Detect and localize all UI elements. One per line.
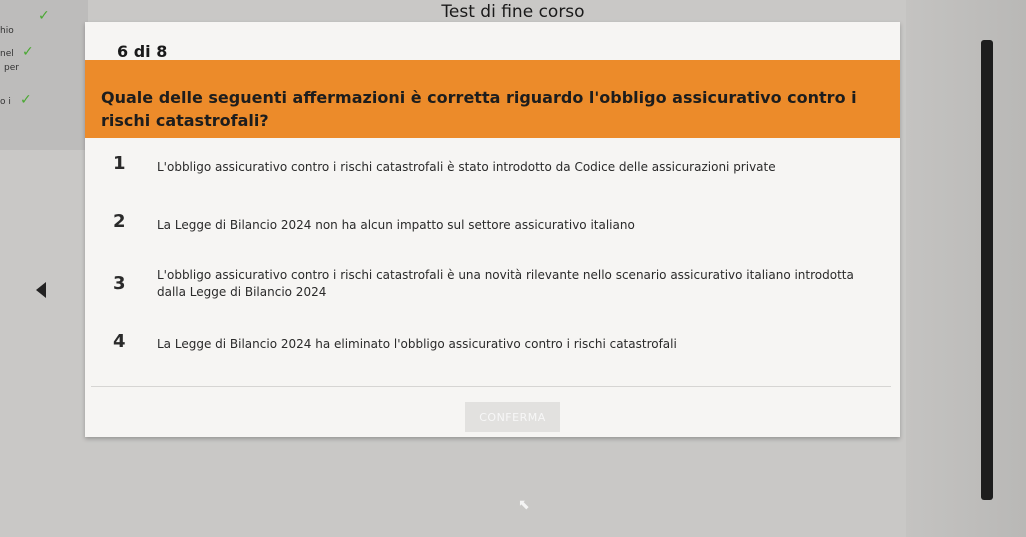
question-card: 6 di 8 Quale delle seguenti affermazioni… xyxy=(85,22,900,437)
sidebar-item-label[interactable]: nel xyxy=(0,49,14,59)
question-banner: Quale delle seguenti affermazioni è corr… xyxy=(85,60,900,138)
sidebar-item-label[interactable]: per xyxy=(4,63,19,73)
answer-option-3[interactable]: 3 L'obbligo assicurativo contro i rischi… xyxy=(85,266,900,306)
option-number: 3 xyxy=(113,273,126,294)
divider xyxy=(91,386,891,387)
option-number: 4 xyxy=(113,331,126,352)
previous-arrow-icon[interactable] xyxy=(36,282,46,298)
option-text: L'obbligo assicurativo contro i rischi c… xyxy=(157,160,776,174)
option-text: L'obbligo assicurativo contro i rischi c… xyxy=(157,268,854,299)
scrollbar[interactable] xyxy=(981,40,993,500)
option-text: La Legge di Bilancio 2024 non ha alcun i… xyxy=(157,218,635,232)
answer-option-4[interactable]: 4 La Legge di Bilancio 2024 ha eliminato… xyxy=(85,328,900,362)
question-counter: 6 di 8 xyxy=(117,42,168,61)
mouse-cursor-icon: ⬉ xyxy=(518,497,530,513)
option-number: 2 xyxy=(113,211,126,232)
sidebar-item-label[interactable]: o i xyxy=(0,97,11,107)
answer-option-2[interactable]: 2 La Legge di Bilancio 2024 non ha alcun… xyxy=(85,208,900,242)
sidebar-item-label[interactable]: hio xyxy=(0,26,14,36)
question-text: Quale delle seguenti affermazioni è corr… xyxy=(101,88,857,130)
card-header xyxy=(85,22,900,60)
answer-option-1[interactable]: 1 L'obbligo assicurativo contro i rischi… xyxy=(85,150,900,184)
check-icon: ✓ xyxy=(22,44,34,60)
option-text: La Legge di Bilancio 2024 ha eliminato l… xyxy=(157,337,677,351)
course-sidebar: ✓ hio nel ✓ per o i ✓ xyxy=(0,0,88,150)
check-icon: ✓ xyxy=(20,92,32,108)
page-title: Test di fine corso xyxy=(441,2,585,22)
confirm-button[interactable]: CONFERMA xyxy=(465,402,560,432)
option-number: 1 xyxy=(113,153,126,174)
right-panel xyxy=(906,0,1026,537)
